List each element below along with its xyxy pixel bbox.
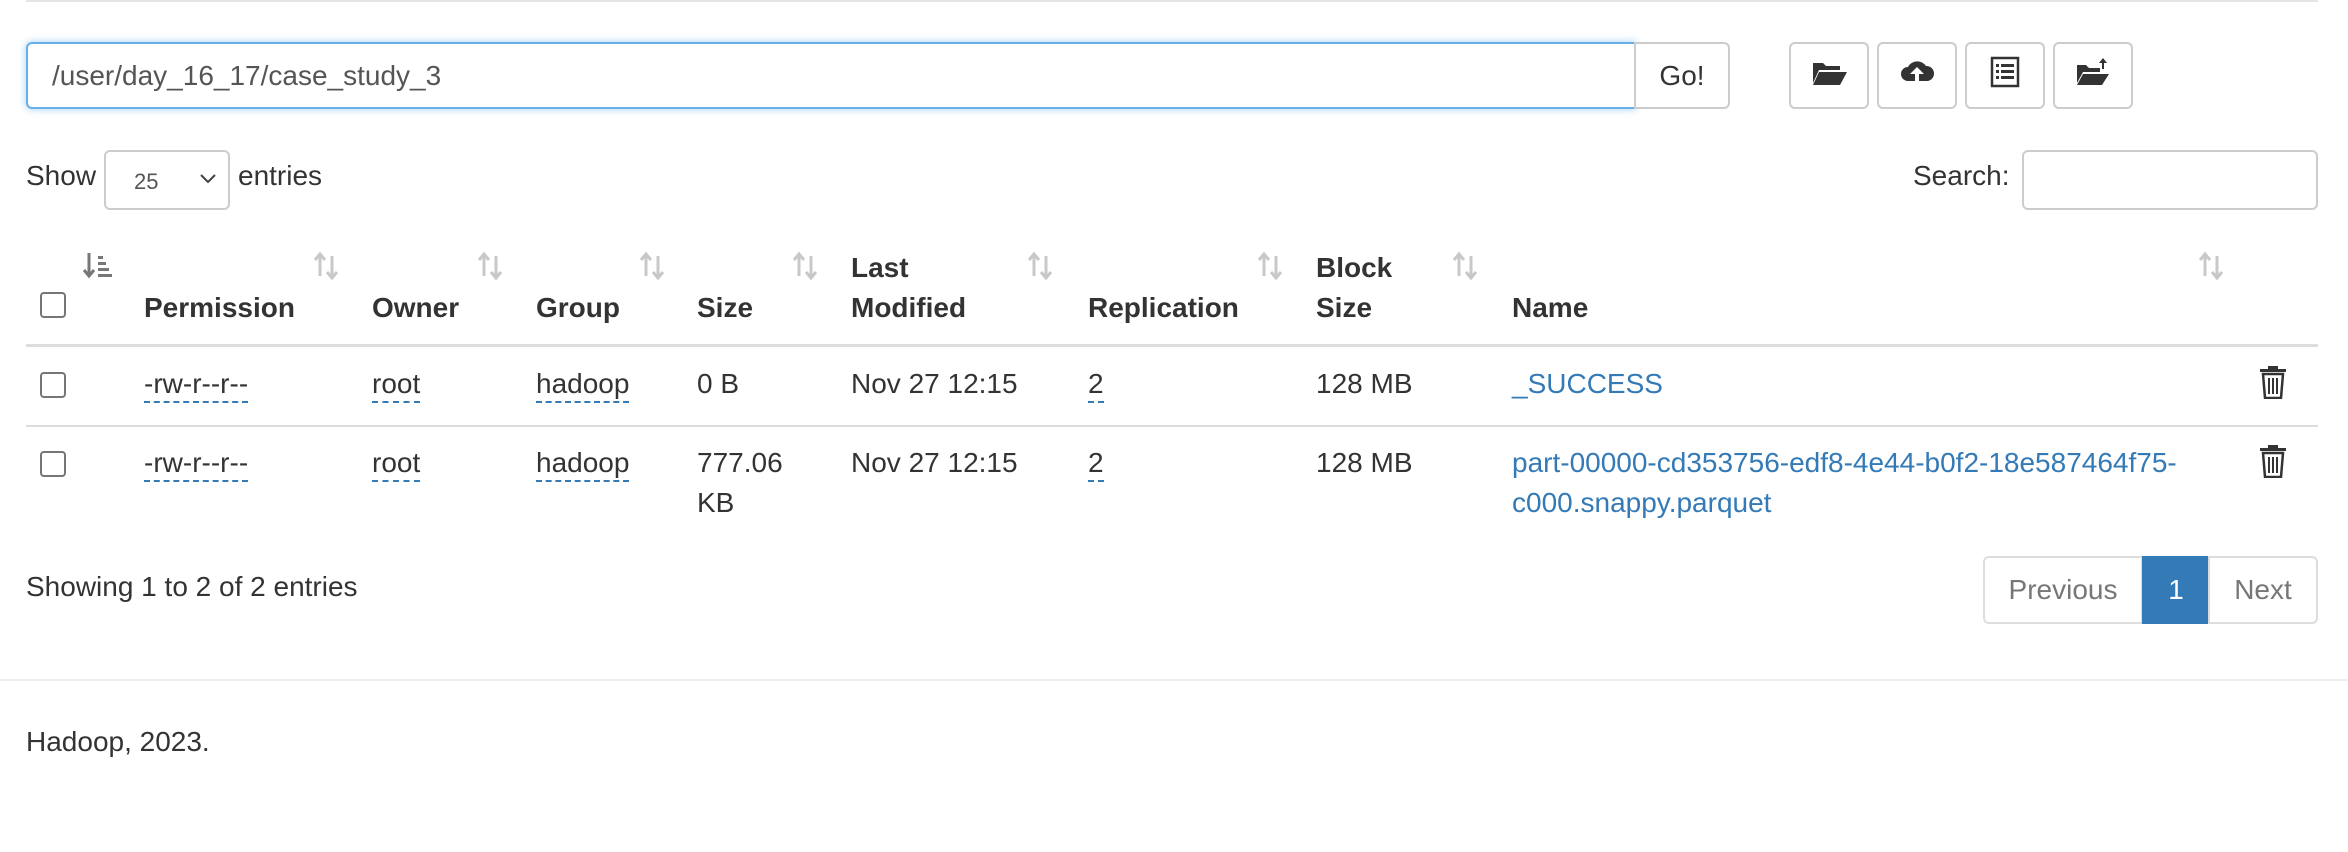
- go-button[interactable]: Go!: [1634, 42, 1730, 109]
- create-directory-button[interactable]: [1789, 42, 1869, 109]
- delete-icon[interactable]: [2258, 365, 2288, 400]
- row-checkbox[interactable]: [40, 372, 66, 398]
- row-checkbox[interactable]: [40, 451, 66, 477]
- size-value: 0 B: [697, 368, 740, 399]
- file-name-link[interactable]: part-00000-cd353756-edf8-4e44-b0f2-18e58…: [1512, 443, 2177, 523]
- top-divider: [26, 0, 2318, 2]
- column-block-size-line2: Size: [1316, 292, 1373, 323]
- file-name-line2: c000.snappy.parquet: [1512, 487, 1772, 518]
- last-modified-cell: Nov 27 12:15: [851, 368, 1018, 399]
- table-info: Showing 1 to 2 of 2 entries: [26, 571, 358, 602]
- footer-divider: [0, 679, 2348, 681]
- directory-path-input[interactable]: [26, 42, 1636, 109]
- size-cell: 0 B: [697, 364, 739, 404]
- group-cell[interactable]: hadoop: [536, 446, 630, 482]
- sort-icon[interactable]: [1254, 250, 1286, 282]
- footer-text: Hadoop, 2023.: [26, 726, 210, 757]
- last-modified-cell: Nov 27 12:15: [851, 447, 1018, 478]
- sort-icon[interactable]: [1024, 250, 1056, 282]
- select-all-checkbox[interactable]: [40, 292, 66, 318]
- show-label: Show: [26, 160, 97, 191]
- column-block-size-line1: Block: [1316, 252, 1393, 283]
- size-unit: KB: [697, 487, 735, 518]
- sort-icon[interactable]: [1449, 250, 1481, 282]
- move-button[interactable]: [2053, 42, 2133, 109]
- table-header-divider: [26, 344, 2318, 347]
- column-permission[interactable]: Permission: [144, 288, 295, 328]
- chevron-down-icon: [200, 174, 216, 184]
- sort-asc-icon[interactable]: [82, 250, 114, 282]
- column-replication[interactable]: Replication: [1088, 288, 1239, 328]
- group-cell[interactable]: hadoop: [536, 367, 630, 403]
- column-size[interactable]: Size: [697, 288, 753, 328]
- column-owner[interactable]: Owner: [372, 288, 459, 328]
- sort-icon[interactable]: [474, 250, 506, 282]
- cut-paste-button[interactable]: [1965, 42, 2045, 109]
- previous-page-button[interactable]: Previous: [1983, 556, 2143, 624]
- column-last-modified[interactable]: Last Modified: [851, 248, 966, 328]
- block-size-cell: 128 MB: [1316, 447, 1413, 478]
- column-last-modified-line1: Last: [851, 252, 909, 283]
- size-cell: 777.06 KB: [697, 443, 783, 523]
- sort-icon[interactable]: [2195, 250, 2227, 282]
- delete-icon[interactable]: [2258, 444, 2288, 479]
- sort-icon[interactable]: [789, 250, 821, 282]
- search-label: Search:: [1913, 160, 2010, 191]
- permission-cell[interactable]: -rw-r--r--: [144, 446, 249, 482]
- sort-icon[interactable]: [636, 250, 668, 282]
- replication-cell[interactable]: 2: [1088, 367, 1104, 403]
- replication-cell[interactable]: 2: [1088, 446, 1104, 482]
- next-page-button[interactable]: Next: [2208, 556, 2318, 624]
- upload-file-button[interactable]: [1877, 42, 1957, 109]
- column-group[interactable]: Group: [536, 288, 620, 328]
- permission-cell[interactable]: -rw-r--r--: [144, 367, 249, 403]
- size-value: 777.06: [697, 447, 783, 478]
- entries-per-page-value: 25: [134, 169, 159, 194]
- move-folder-icon: [2074, 55, 2112, 96]
- file-name-link[interactable]: _SUCCESS: [1512, 364, 1663, 404]
- sort-icon[interactable]: [310, 250, 342, 282]
- page-1-button[interactable]: 1: [2142, 556, 2210, 624]
- file-name-line1: _SUCCESS: [1512, 368, 1663, 399]
- file-name-line1: part-00000-cd353756-edf8-4e44-b0f2-18e58…: [1512, 447, 2177, 478]
- search-input[interactable]: [2022, 150, 2318, 210]
- list-alt-icon: [1986, 55, 2024, 96]
- column-name[interactable]: Name: [1512, 288, 1588, 328]
- owner-cell[interactable]: root: [372, 446, 421, 482]
- column-block-size[interactable]: Block Size: [1316, 248, 1392, 328]
- block-size-cell: 128 MB: [1316, 368, 1413, 399]
- folder-open-icon: [1810, 55, 1848, 96]
- owner-cell[interactable]: root: [372, 367, 421, 403]
- entries-label: entries: [238, 160, 323, 191]
- entries-per-page-select[interactable]: 25: [104, 150, 230, 210]
- cloud-upload-icon: [1898, 55, 1936, 96]
- column-last-modified-line2: Modified: [851, 292, 967, 323]
- row-divider: [26, 425, 2318, 427]
